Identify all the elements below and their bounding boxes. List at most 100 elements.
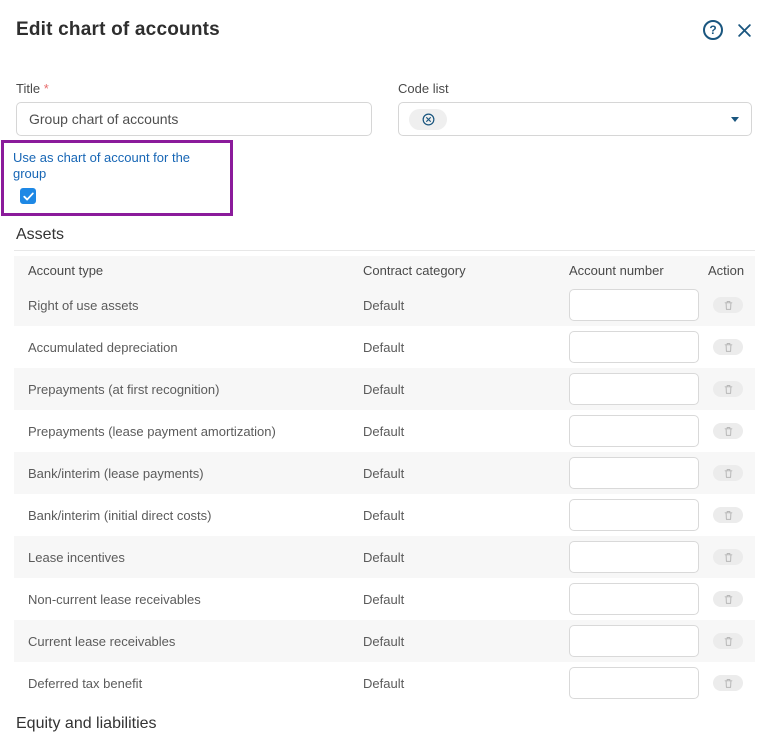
assets-table-body: Right of use assets Default Accumulated … — [14, 284, 755, 704]
group-option-link[interactable]: Use as chart of account for the group — [13, 150, 222, 182]
account-type-cell: Non-current lease receivables — [28, 592, 363, 607]
account-type-cell: Bank/interim (lease payments) — [28, 466, 363, 481]
column-header-action: Action — [708, 263, 755, 278]
table-row: Prepayments (lease payment amortization)… — [14, 410, 755, 452]
checkmark-icon — [23, 192, 34, 201]
action-cell — [708, 675, 755, 691]
delete-row-button[interactable] — [713, 465, 743, 481]
trash-icon — [724, 300, 733, 311]
circle-x-remove-icon — [421, 112, 436, 127]
account-number-input[interactable] — [569, 667, 699, 699]
trash-icon — [724, 594, 733, 605]
code-list-label: Code list — [398, 81, 752, 96]
contract-category-cell: Default — [363, 340, 569, 355]
contract-category-cell: Default — [363, 424, 569, 439]
account-number-input[interactable] — [569, 457, 699, 489]
section-assets: Assets Account type Contract category Ac… — [0, 225, 768, 704]
header-icons: ? — [703, 20, 752, 40]
account-number-input[interactable] — [569, 331, 699, 363]
contract-category-cell: Default — [363, 466, 569, 481]
account-number-cell — [569, 541, 708, 573]
table-row: Bank/interim (initial direct costs) Defa… — [14, 494, 755, 536]
action-cell — [708, 339, 755, 355]
contract-category-cell: Default — [363, 298, 569, 313]
title-input[interactable] — [16, 102, 372, 136]
delete-row-button[interactable] — [713, 591, 743, 607]
help-circle-icon: ? — [709, 22, 716, 38]
account-number-cell — [569, 457, 708, 489]
dialog-header: Edit chart of accounts ? — [0, 0, 768, 41]
account-type-cell: Deferred tax benefit — [28, 676, 363, 691]
section-divider — [14, 250, 755, 251]
column-header-account-number: Account number — [569, 263, 708, 278]
account-number-input[interactable] — [569, 289, 699, 321]
table-header-row: Account type Contract category Account n… — [14, 256, 755, 284]
delete-row-button[interactable] — [713, 507, 743, 523]
account-number-input[interactable] — [569, 415, 699, 447]
account-number-input[interactable] — [569, 625, 699, 657]
account-type-cell: Accumulated depreciation — [28, 340, 363, 355]
form-row: Title * Code list — [0, 81, 768, 136]
contract-category-cell: Default — [363, 550, 569, 565]
section-heading-equity-and-liabilities: Equity and liabilities — [16, 714, 768, 733]
account-type-cell: Prepayments (lease payment amortization) — [28, 424, 363, 439]
delete-row-button[interactable] — [713, 297, 743, 313]
close-button[interactable] — [737, 23, 752, 38]
action-cell — [708, 591, 755, 607]
account-number-cell — [569, 373, 708, 405]
code-list-field: Code list — [398, 81, 752, 136]
table-row: Right of use assets Default — [14, 284, 755, 326]
account-number-cell — [569, 415, 708, 447]
delete-row-button[interactable] — [713, 381, 743, 397]
required-marker: * — [44, 81, 49, 96]
table-row: Prepayments (at first recognition) Defau… — [14, 368, 755, 410]
contract-category-cell: Default — [363, 676, 569, 691]
action-cell — [708, 633, 755, 649]
account-number-cell — [569, 499, 708, 531]
delete-row-button[interactable] — [713, 423, 743, 439]
code-list-clear-chip[interactable] — [409, 109, 447, 130]
trash-icon — [724, 552, 733, 563]
trash-icon — [724, 426, 733, 437]
account-number-input[interactable] — [569, 499, 699, 531]
account-number-cell — [569, 625, 708, 657]
delete-row-button[interactable] — [713, 339, 743, 355]
account-number-input[interactable] — [569, 541, 699, 573]
accounts-table: Account type Contract category Account n… — [14, 256, 755, 704]
account-number-input[interactable] — [569, 373, 699, 405]
account-number-input[interactable] — [569, 583, 699, 615]
delete-row-button[interactable] — [713, 675, 743, 691]
action-cell — [708, 549, 755, 565]
title-label: Title * — [16, 81, 372, 96]
trash-icon — [724, 510, 733, 521]
trash-icon — [724, 342, 733, 353]
account-type-cell: Bank/interim (initial direct costs) — [28, 508, 363, 523]
table-row: Bank/interim (lease payments) Default — [14, 452, 755, 494]
trash-icon — [724, 384, 733, 395]
modal-corner — [0, 0, 13, 13]
help-button[interactable]: ? — [703, 20, 723, 40]
code-list-select[interactable] — [398, 102, 752, 136]
action-cell — [708, 423, 755, 439]
table-row: Lease incentives Default — [14, 536, 755, 578]
edit-chart-of-accounts-dialog: Edit chart of accounts ? Title * Code li… — [0, 0, 768, 733]
action-cell — [708, 297, 755, 313]
account-type-cell: Right of use assets — [28, 298, 363, 313]
account-number-cell — [569, 667, 708, 699]
group-option-highlight: Use as chart of account for the group — [1, 140, 233, 216]
column-header-contract-category: Contract category — [363, 263, 569, 278]
account-type-cell: Current lease receivables — [28, 634, 363, 649]
column-header-account-type: Account type — [28, 263, 363, 278]
group-checkbox[interactable] — [20, 188, 36, 204]
delete-row-button[interactable] — [713, 549, 743, 565]
action-cell — [708, 465, 755, 481]
account-type-cell: Lease incentives — [28, 550, 363, 565]
account-number-cell — [569, 583, 708, 615]
account-number-cell — [569, 331, 708, 363]
action-cell — [708, 381, 755, 397]
section-heading-assets: Assets — [16, 225, 768, 244]
action-cell — [708, 507, 755, 523]
close-icon — [737, 23, 752, 38]
trash-icon — [724, 468, 733, 479]
delete-row-button[interactable] — [713, 633, 743, 649]
